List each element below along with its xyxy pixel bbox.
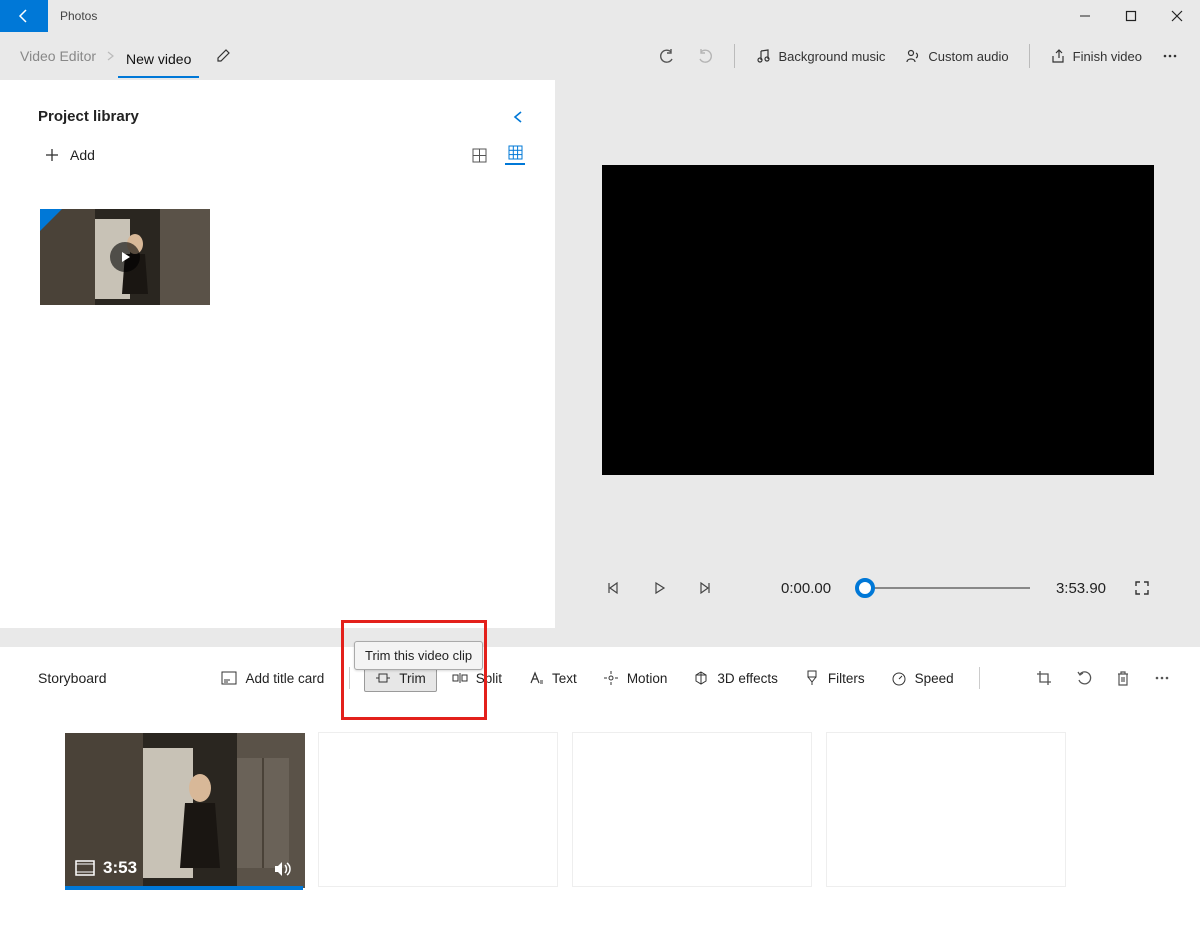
project-library-panel: Project library Add: [0, 80, 555, 628]
add-title-card-button[interactable]: Add title card: [210, 664, 335, 692]
project-library-title: Project library: [38, 108, 139, 125]
chevron-right-icon: [104, 51, 118, 61]
add-label: Add: [70, 147, 95, 163]
trim-tooltip: Trim this video clip: [354, 641, 483, 670]
crop-button[interactable]: [1036, 670, 1052, 686]
separator: [1029, 44, 1030, 68]
filters-label: Filters: [828, 671, 865, 686]
titlebar: Photos: [0, 0, 1200, 32]
3d-effects-button[interactable]: 3D effects: [682, 664, 789, 692]
add-title-card-label: Add title card: [245, 671, 324, 686]
preview-video[interactable]: [602, 165, 1154, 475]
rename-button[interactable]: [215, 48, 231, 64]
maximize-button[interactable]: [1108, 0, 1154, 32]
clip-duration: 3:53: [103, 858, 137, 878]
app-title: Photos: [48, 0, 1062, 32]
storyboard-more-button[interactable]: [1154, 670, 1170, 686]
command-bar: Video Editor New video Background music …: [0, 32, 1200, 80]
background-music-label: Background music: [778, 49, 885, 64]
3d-effects-icon: [693, 670, 709, 686]
split-icon: [452, 670, 468, 686]
finish-video-label: Finish video: [1073, 49, 1142, 64]
filters-button[interactable]: Filters: [793, 664, 876, 692]
separator: [734, 44, 735, 68]
finish-video-button[interactable]: Finish video: [1040, 42, 1152, 70]
split-label: Split: [476, 671, 502, 686]
rotate-button[interactable]: [1076, 670, 1092, 686]
storyboard-empty-slot[interactable]: [318, 732, 558, 887]
storyboard-title: Storyboard: [38, 670, 106, 686]
total-duration: 3:53.90: [1056, 580, 1106, 597]
next-frame-button[interactable]: [695, 578, 715, 598]
fullscreen-button[interactable]: [1132, 578, 1152, 598]
text-button[interactable]: Text: [517, 664, 588, 692]
speed-icon: [891, 670, 907, 686]
small-grid-view-button[interactable]: [505, 145, 525, 165]
breadcrumb-root[interactable]: Video Editor: [12, 42, 104, 70]
library-clip-thumbnail[interactable]: [40, 209, 210, 305]
text-label: Text: [552, 671, 577, 686]
separator: [349, 667, 350, 689]
speed-label: Speed: [915, 671, 954, 686]
text-icon: [528, 670, 544, 686]
person-audio-icon: [905, 48, 921, 64]
custom-audio-button[interactable]: Custom audio: [895, 42, 1018, 70]
filmstrip-icon: [75, 860, 95, 876]
storyboard-panel: Storyboard Add title card Trim Split: [0, 647, 1200, 932]
storyboard-empty-slot[interactable]: [826, 732, 1066, 887]
prev-frame-button[interactable]: [603, 578, 623, 598]
motion-icon: [603, 670, 619, 686]
motion-label: Motion: [627, 671, 668, 686]
back-button[interactable]: [0, 0, 48, 32]
seek-slider[interactable]: [857, 587, 1030, 589]
redo-button[interactable]: [686, 41, 724, 71]
minimize-button[interactable]: [1062, 0, 1108, 32]
breadcrumb-current[interactable]: New video: [118, 45, 199, 78]
title-card-icon: [221, 670, 237, 686]
storyboard-clip[interactable]: 3:53: [64, 732, 304, 887]
undo-button[interactable]: [648, 41, 686, 71]
seek-thumb[interactable]: [855, 578, 875, 598]
export-icon: [1050, 48, 1066, 64]
speed-button[interactable]: Speed: [880, 664, 965, 692]
more-button[interactable]: [1152, 42, 1188, 70]
trim-icon: [375, 670, 391, 686]
play-overlay-icon: [110, 242, 140, 272]
play-button[interactable]: [649, 578, 669, 598]
selected-corner-icon: [40, 209, 62, 231]
trim-label: Trim: [399, 671, 426, 686]
collapse-library-button[interactable]: [511, 110, 525, 124]
close-button[interactable]: [1154, 0, 1200, 32]
clip-volume-button[interactable]: [273, 860, 293, 878]
delete-button[interactable]: [1116, 670, 1130, 686]
custom-audio-label: Custom audio: [928, 49, 1008, 64]
motion-button[interactable]: Motion: [592, 664, 679, 692]
background-music-button[interactable]: Background music: [745, 42, 895, 70]
large-grid-view-button[interactable]: [469, 145, 489, 165]
add-media-button[interactable]: Add: [44, 147, 95, 163]
filters-icon: [804, 670, 820, 686]
music-icon: [755, 48, 771, 64]
3d-effects-label: 3D effects: [717, 671, 778, 686]
current-time: 0:00.00: [781, 580, 831, 597]
separator: [979, 667, 980, 689]
plus-icon: [44, 147, 60, 163]
storyboard-empty-slot[interactable]: [572, 732, 812, 887]
